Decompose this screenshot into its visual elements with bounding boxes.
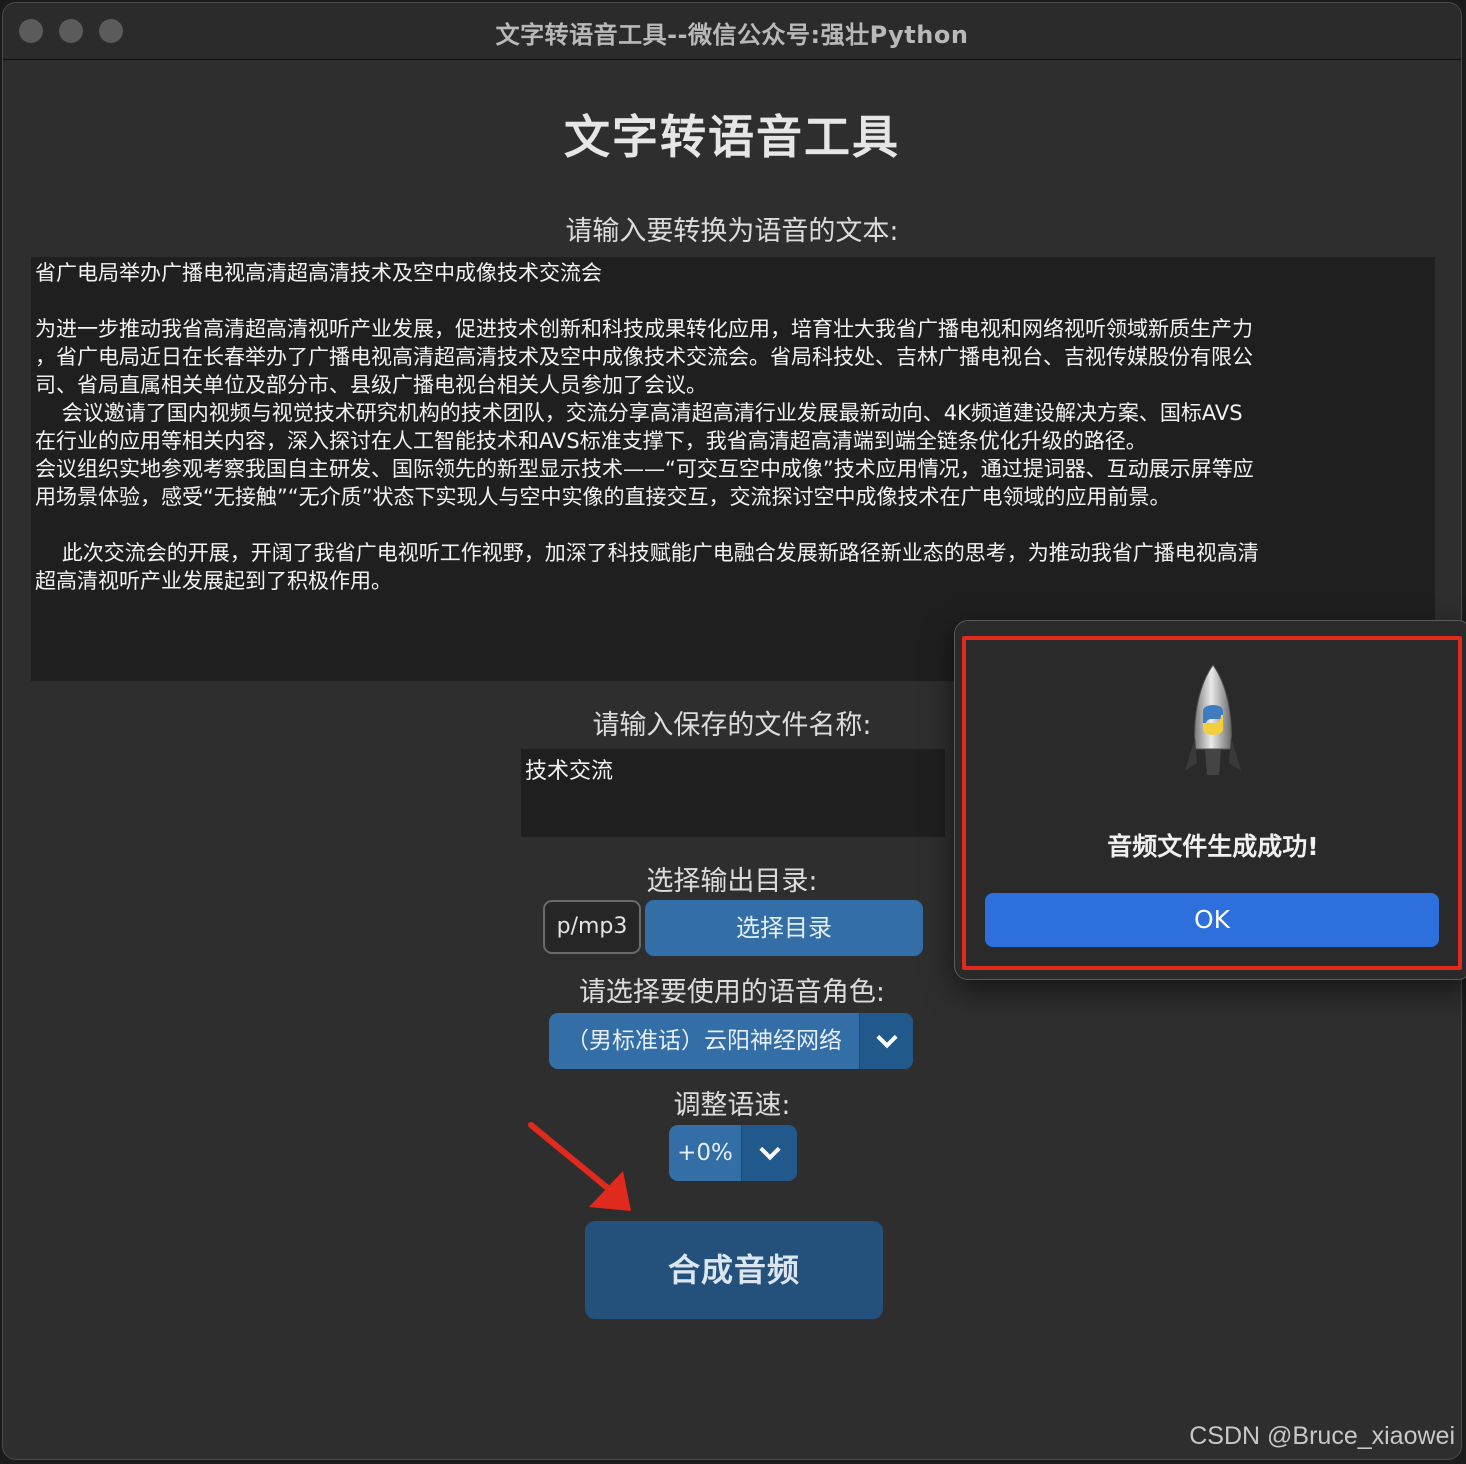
voice-select-dropdown[interactable] (859, 1013, 913, 1069)
source-text-area[interactable]: 省广电局举办广播电视高清超高清技术及空中成像技术交流会 为进一步推动我省高清超高… (31, 257, 1435, 681)
speed-select-dropdown[interactable] (741, 1125, 797, 1181)
app-heading: 文字转语音工具 (564, 110, 900, 164)
title-bar: 文字转语音工具--微信公众号:强壮Python (3, 3, 1461, 60)
voice-select-value: （男标准话）云阳神经网络 (566, 1028, 842, 1054)
red-highlight-annotation (962, 636, 1462, 970)
chevron-down-icon (875, 1027, 898, 1049)
voice-select[interactable]: （男标准话）云阳神经网络 (549, 1013, 913, 1069)
synthesize-audio-button[interactable]: 合成音频 (585, 1221, 883, 1319)
speed-select-value: +0% (677, 1140, 733, 1166)
output-dir-entry[interactable]: p/mp3 (543, 900, 641, 954)
text-input-label: 请输入要转换为语音的文本: (565, 216, 899, 247)
choose-directory-button[interactable]: 选择目录 (645, 900, 923, 956)
csdn-watermark: CSDN @Bruce_xiaowei (1189, 1422, 1455, 1450)
filename-input[interactable]: 技术交流 (521, 749, 945, 837)
speed-label: 调整语速: (673, 1090, 791, 1121)
red-arrow-annotation (528, 1122, 631, 1211)
chevron-down-icon (758, 1139, 781, 1161)
window-title: 文字转语音工具--微信公众号:强壮Python (495, 21, 969, 49)
speed-select[interactable]: +0% (669, 1125, 797, 1181)
